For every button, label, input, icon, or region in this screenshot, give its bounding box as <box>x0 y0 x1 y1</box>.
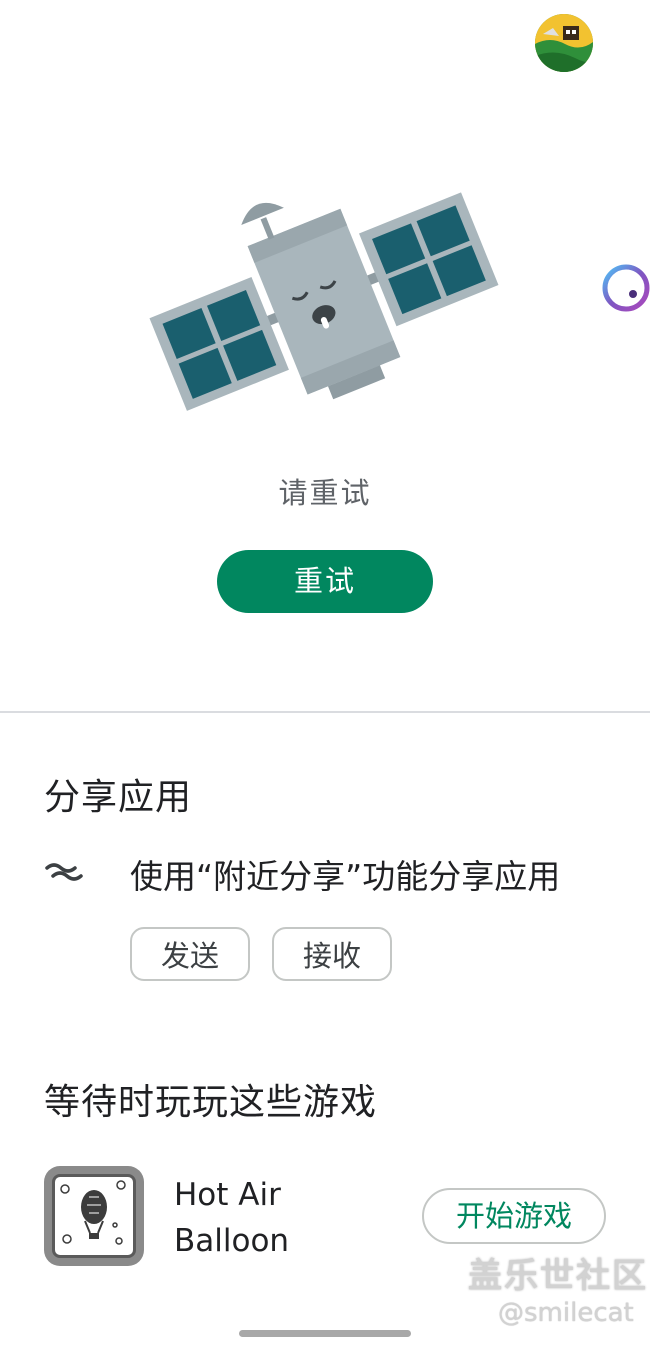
sleeping-satellite-illustration <box>148 182 500 432</box>
balloon-icon <box>52 1174 136 1258</box>
retry-button[interactable]: 重试 <box>217 550 433 613</box>
watermark-user: @smilecat <box>498 1298 634 1328</box>
game-name: Hot Air Balloon <box>174 1177 290 1259</box>
send-button[interactable]: 发送 <box>130 927 250 981</box>
error-message: 请重试 <box>278 476 372 510</box>
gesture-nav-handle[interactable] <box>239 1330 411 1337</box>
nearby-share-icon <box>44 858 84 886</box>
game-icon-hot-air-balloon[interactable] <box>44 1166 144 1266</box>
play-game-button[interactable]: 开始游戏 <box>422 1188 606 1244</box>
receive-button[interactable]: 接收 <box>272 927 392 981</box>
profile-avatar[interactable] <box>535 14 593 72</box>
divider <box>0 711 650 713</box>
watermark-community: 盖乐世社区 <box>468 1256 648 1296</box>
games-section-title: 等待时玩玩这些游戏 <box>44 1082 378 1123</box>
share-section-title: 分享应用 <box>44 777 193 818</box>
avatar-image <box>535 14 593 72</box>
nearby-share-text: 使用“附近分享”功能分享应用 <box>130 857 561 896</box>
assistant-bubble-icon[interactable] <box>600 262 650 312</box>
